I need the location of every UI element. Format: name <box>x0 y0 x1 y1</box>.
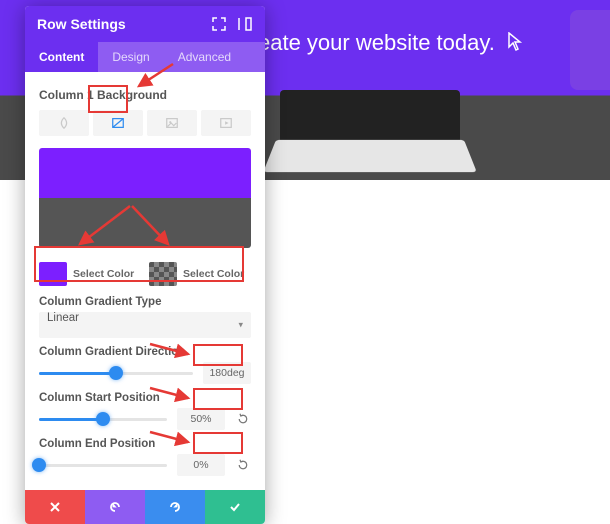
bg-type-video[interactable] <box>201 110 251 136</box>
select-color-label: Select Color <box>73 268 134 280</box>
reset-end-position[interactable] <box>235 457 251 473</box>
snap-icon[interactable] <box>237 16 253 32</box>
gradient-preview <box>39 148 251 248</box>
expand-icon[interactable] <box>211 16 227 32</box>
label-gradient-type: Column Gradient Type <box>39 296 251 308</box>
bg-type-color[interactable] <box>39 110 89 136</box>
bg-type-gradient[interactable] <box>93 110 143 136</box>
label-start-position: Column Start Position <box>39 392 251 404</box>
label-gradient-direction: Column Gradient Direction <box>39 346 251 358</box>
hero-laptop <box>270 90 470 180</box>
undo-button[interactable] <box>85 490 145 524</box>
hero-decor <box>570 10 610 90</box>
swatch-2[interactable] <box>149 262 177 286</box>
panel-footer <box>25 490 265 524</box>
swatch-1[interactable] <box>39 262 67 286</box>
save-button[interactable] <box>205 490 265 524</box>
field-gradient-type: Column Gradient Type Linear <box>39 296 251 338</box>
gradient-color-1[interactable]: Select Color <box>39 262 141 286</box>
field-gradient-direction: Column Gradient Direction 180deg <box>39 346 251 384</box>
cancel-button[interactable] <box>25 490 85 524</box>
gradient-color-2[interactable]: Select Color <box>149 262 251 286</box>
label-end-position: Column End Position <box>39 438 251 450</box>
value-start-position[interactable]: 50% <box>177 408 225 430</box>
gradient-colors: Select Color Select Color <box>39 262 251 286</box>
select-color-label: Select Color <box>183 268 244 280</box>
tab-design[interactable]: Design <box>98 42 163 72</box>
slider-start-position[interactable] <box>39 418 167 421</box>
value-end-position[interactable]: 0% <box>177 454 225 476</box>
panel-tabs: Content Design Advanced <box>25 42 265 72</box>
select-gradient-type[interactable]: Linear <box>39 312 251 338</box>
bg-type-row <box>39 110 251 136</box>
row-settings-panel: Row Settings Content Design Advanced Col… <box>25 6 265 524</box>
tab-advanced[interactable]: Advanced <box>164 42 245 72</box>
field-end-position: Column End Position 0% <box>39 438 251 476</box>
bg-type-image[interactable] <box>147 110 197 136</box>
reset-start-position[interactable] <box>235 411 251 427</box>
hero-headline: eate your website today. <box>258 30 523 58</box>
slider-end-position[interactable] <box>39 464 167 467</box>
panel-header[interactable]: Row Settings <box>25 6 265 42</box>
panel-title: Row Settings <box>37 16 201 32</box>
field-start-position: Column Start Position 50% <box>39 392 251 430</box>
section-label-bg: Column 1 Background <box>39 88 251 102</box>
tab-content[interactable]: Content <box>25 42 98 72</box>
value-gradient-direction[interactable]: 180deg <box>203 362 251 384</box>
redo-button[interactable] <box>145 490 205 524</box>
cursor-icon <box>507 32 523 58</box>
slider-gradient-direction[interactable] <box>39 372 193 375</box>
